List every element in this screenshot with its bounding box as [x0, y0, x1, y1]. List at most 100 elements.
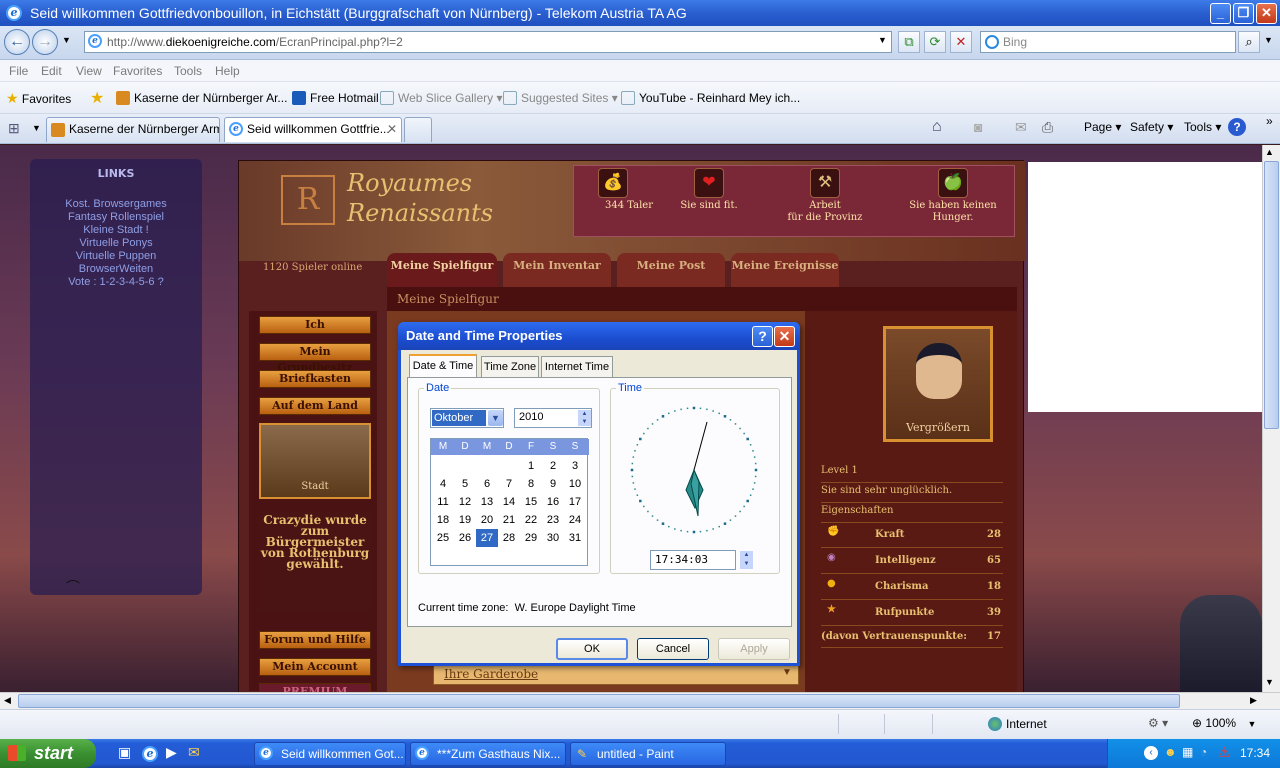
calendar-day[interactable]: 19 — [454, 511, 476, 529]
calendar-day[interactable]: 7 — [498, 475, 520, 493]
calendar-day[interactable]: 11 — [432, 493, 454, 511]
calendar-day[interactable]: 9 — [542, 475, 564, 493]
side-btn-ich[interactable]: Ich — [259, 316, 371, 334]
calendar-day[interactable]: 29 — [520, 529, 542, 547]
horizontal-scroll-thumb[interactable] — [18, 694, 1180, 708]
year-up-icon[interactable]: ▲ — [578, 410, 591, 418]
taskbar-item-browser[interactable]: e Seid willkommen Got... — [254, 742, 406, 766]
tab-kaserne[interactable]: Kaserne der Nürnberger Arm... — [46, 117, 220, 142]
calendar-day[interactable]: 3 — [564, 457, 586, 475]
tray-network-icon[interactable]: ▦ — [1182, 745, 1193, 759]
new-tab-button[interactable] — [404, 117, 432, 142]
dialog-help-icon[interactable]: ? — [752, 326, 773, 347]
calendar-day[interactable]: 25 — [432, 529, 454, 547]
calendar-day[interactable]: 4 — [432, 475, 454, 493]
quicklaunch-ie-icon[interactable]: e — [142, 746, 158, 762]
history-dropdown-icon[interactable]: ▼ — [62, 35, 71, 45]
protected-mode-icon[interactable]: ⚙ ▾ — [1148, 716, 1168, 730]
search-icon[interactable]: ⌕ — [1238, 31, 1260, 53]
stat-hunger[interactable]: 🍏 Sie haben keinen Hunger. — [898, 166, 1008, 238]
start-button[interactable]: start — [0, 739, 96, 768]
menu-tools[interactable]: Tools — [174, 64, 202, 78]
tray-messenger-icon[interactable]: ☻ — [1164, 745, 1177, 759]
menu-favorites[interactable]: Favorites — [113, 64, 162, 78]
tab-close-icon[interactable]: ✕ — [387, 118, 397, 141]
refresh-icon[interactable]: ⟳ — [924, 31, 946, 53]
horizontal-scrollbar[interactable]: ◀ ▶ — [0, 692, 1280, 709]
tab-mein-inventar[interactable]: Mein Inventar — [503, 253, 611, 287]
address-dropdown-icon[interactable]: ▼ — [878, 35, 887, 45]
character-portrait[interactable]: Vergrößern — [883, 326, 993, 442]
compatibility-view-icon[interactable]: ⧉ — [898, 31, 920, 53]
menu-file[interactable]: File — [9, 64, 28, 78]
year-stepper[interactable]: 2010 ▲ ▼ — [514, 408, 592, 428]
favorites-button[interactable]: ★ Favorites — [6, 90, 71, 107]
year-down-icon[interactable]: ▼ — [578, 418, 591, 426]
cancel-button[interactable]: Cancel — [637, 638, 709, 660]
quick-tabs-icon[interactable]: ⊞ — [8, 120, 20, 137]
side-btn-forum[interactable]: Forum und Hilfe — [259, 631, 371, 649]
apply-button[interactable]: Apply — [718, 638, 790, 660]
side-btn-land[interactable]: Auf dem Land — [259, 397, 371, 415]
address-input[interactable]: http://www.diekoenigreiche.com/EcranPrin… — [84, 31, 892, 53]
fav-link-kaserne[interactable]: Kaserne der Nürnberger Ar... — [116, 91, 287, 105]
fav-suggested-sites[interactable]: Suggested Sites ▾ — [503, 91, 618, 105]
time-up-icon[interactable]: ▲ — [740, 551, 753, 560]
fav-web-slice-gallery[interactable]: Web Slice Gallery ▾ — [380, 91, 503, 105]
window-titlebar[interactable]: e Seid willkommen Gottfriedvonbouillon, … — [0, 0, 1280, 26]
calendar-day[interactable]: 15 — [520, 493, 542, 511]
feeds-icon[interactable]: ◙ — [974, 119, 982, 135]
calendar-day[interactable]: 18 — [432, 511, 454, 529]
link-kleine-stadt[interactable]: Kleine Stadt ! — [30, 224, 202, 237]
quicklaunch-media-icon[interactable]: ▶ — [166, 744, 177, 761]
menu-view[interactable]: View — [76, 64, 102, 78]
quicklaunch-mail-icon[interactable]: ✉ — [188, 744, 200, 761]
calendar-day[interactable]: 20 — [476, 511, 498, 529]
taskbar-item-paint[interactable]: ✎ untitled - Paint — [570, 742, 726, 766]
quicklaunch-explorer-icon[interactable]: ▣ — [118, 744, 131, 761]
scroll-right-icon[interactable]: ▶ — [1250, 695, 1257, 706]
safety-menu[interactable]: Safety ▾ — [1130, 120, 1173, 134]
vertical-scrollbar[interactable]: ▲ ▼ — [1262, 145, 1280, 692]
menu-help[interactable]: Help — [215, 64, 240, 78]
month-dropdown-icon[interactable]: ▼ — [488, 410, 503, 426]
stat-work[interactable]: ⚒ Arbeit für die Provinz — [770, 166, 880, 238]
calendar-day[interactable]: 24 — [564, 511, 586, 529]
page-menu[interactable]: Page ▾ — [1084, 120, 1121, 134]
calendar-day[interactable]: 26 — [454, 529, 476, 547]
calendar-day[interactable]: 30 — [542, 529, 564, 547]
fav-link-youtube[interactable]: YouTube - Reinhard Mey ich... — [621, 91, 800, 105]
forward-button[interactable]: → — [32, 29, 58, 55]
dialog-titlebar[interactable]: Date and Time Properties ? ✕ — [398, 322, 800, 350]
help-icon[interactable]: ? — [1228, 118, 1246, 136]
link-puppen[interactable]: Virtuelle Puppen — [30, 250, 202, 263]
vertical-scroll-thumb[interactable] — [1264, 161, 1279, 429]
calendar-day[interactable]: 23 — [542, 511, 564, 529]
chevron-more-icon[interactable]: » — [1266, 114, 1273, 128]
back-button[interactable]: ← — [4, 29, 30, 55]
wardrobe-link[interactable]: Ihre Garderobe — [444, 667, 538, 681]
calendar-day[interactable]: 31 — [564, 529, 586, 547]
stat-health[interactable]: ❤ Sie sind fit. — [654, 166, 764, 238]
calendar-day[interactable]: 27 — [476, 529, 498, 547]
tools-menu[interactable]: Tools ▾ — [1184, 120, 1221, 134]
side-btn-premium[interactable]: PREMIUM — [259, 683, 371, 692]
scroll-up-icon[interactable]: ▲ — [1265, 147, 1274, 157]
side-btn-account[interactable]: Mein Account — [259, 658, 371, 676]
tab-internet-time[interactable]: Internet Time — [541, 356, 613, 378]
tray-back-icon[interactable]: ‹ — [1144, 746, 1158, 760]
tab-meine-spielfigur[interactable]: Meine Spielfigur — [387, 253, 497, 287]
tab-list-icon[interactable]: ▼ — [32, 123, 41, 133]
calendar-day[interactable]: 6 — [476, 475, 498, 493]
stop-icon[interactable]: ✕ — [950, 31, 972, 53]
home-icon[interactable]: ⌂ — [932, 118, 942, 136]
calendar-day[interactable]: 5 — [454, 475, 476, 493]
tab-meine-ereignisse[interactable]: Meine Ereignisse — [731, 253, 839, 287]
side-btn-grundbesitz[interactable]: Mein Grundbesitz — [259, 343, 371, 374]
link-browsergames[interactable]: Kost. Browsergames — [30, 198, 202, 211]
link-browserweiten[interactable]: BrowserWeiten — [30, 263, 202, 276]
dialog-close-icon[interactable]: ✕ — [774, 326, 795, 347]
fav-link-hotmail[interactable]: Free Hotmail — [292, 91, 379, 105]
scroll-left-icon[interactable]: ◀ — [4, 695, 11, 706]
link-vote[interactable]: Vote : 1-2-3-4-5-6 ? — [30, 276, 202, 289]
